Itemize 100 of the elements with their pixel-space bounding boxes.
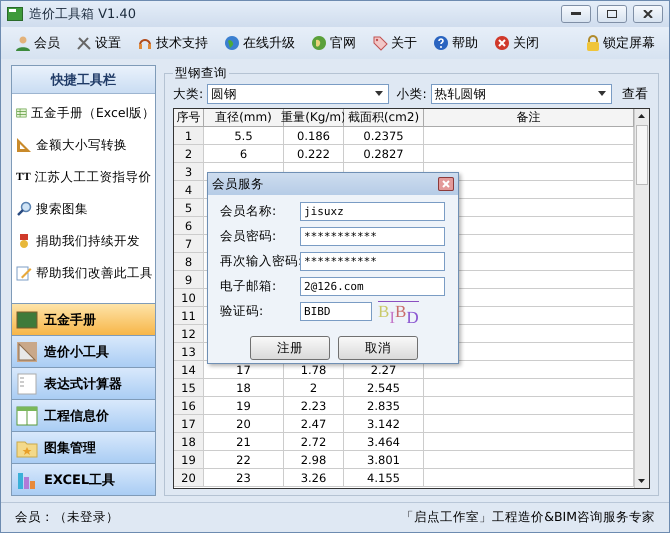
dialog-button[interactable]: 注册 <box>250 336 330 360</box>
lock-screen-button[interactable]: 锁定屏幕 <box>580 32 661 54</box>
ruler-triangle-icon <box>16 137 32 153</box>
person-icon <box>15 35 31 51</box>
scrollbar[interactable] <box>634 109 649 488</box>
table-cell: 2.98 <box>284 451 344 469</box>
dialog-title: 会员服务 <box>212 176 264 192</box>
close-icon <box>442 180 450 188</box>
column-header[interactable]: 截面积(cm2) <box>344 109 424 127</box>
app-icon <box>7 7 23 21</box>
column-header[interactable]: 序号 <box>174 109 204 127</box>
table-cell: 3.801 <box>344 451 424 469</box>
table-cell: 22 <box>204 451 284 469</box>
globe-icon <box>311 35 327 51</box>
nav-button[interactable]: 五金手册 <box>12 303 155 335</box>
status-text: 会员：（未登录） <box>15 509 119 526</box>
table-cell: 19 <box>204 397 284 415</box>
row-number: 6 <box>174 217 204 235</box>
row-number: 14 <box>174 361 204 379</box>
field-label: 小类: <box>396 86 427 102</box>
window-title: 造价工具箱 V1.40 <box>29 6 137 23</box>
row-number: 9 <box>174 271 204 289</box>
row-number: 4 <box>174 181 204 199</box>
lock-icon <box>586 35 600 51</box>
row-number: 10 <box>174 289 204 307</box>
view-button[interactable]: 查看 <box>616 85 650 103</box>
help-icon <box>433 35 449 51</box>
table-cell: 23 <box>204 469 284 487</box>
quick-tool-item[interactable]: 帮助我们改善此工具 <box>12 257 155 289</box>
panel-title: 快捷工具栏 <box>12 66 155 94</box>
table-cell: 0.2827 <box>344 145 424 163</box>
table-cell: 2.47 <box>284 415 344 433</box>
column-header[interactable]: 备注 <box>424 109 634 127</box>
table-cell: 4.155 <box>344 469 424 487</box>
quick-tool-item[interactable]: 五金手册（Excel版） <box>12 97 155 129</box>
table-cell: 2.23 <box>284 397 344 415</box>
table-cell: 20 <box>204 415 284 433</box>
table-cell: 3.142 <box>344 415 424 433</box>
row-number: 16 <box>174 397 204 415</box>
category-dropdown[interactable]: 圆钢 <box>207 84 388 104</box>
toolbar-button[interactable]: 技术支持 <box>131 32 214 54</box>
nav-button[interactable]: 工程信息价 <box>12 399 155 431</box>
quick-tool-item[interactable]: 金额大小写转换 <box>12 129 155 161</box>
row-number: 17 <box>174 415 204 433</box>
toolbar-button[interactable]: 关于 <box>366 32 423 54</box>
globe-icon <box>224 35 240 51</box>
table-cell: 6 <box>204 145 284 163</box>
toolbar-button[interactable]: 关闭 <box>488 32 545 54</box>
close-button[interactable] <box>438 177 454 191</box>
field-label: 验证码: <box>220 302 264 320</box>
row-number: 5 <box>174 199 204 217</box>
input-field[interactable]: *********** <box>300 252 445 270</box>
document-icon <box>16 372 38 394</box>
row-number: 20 <box>174 469 204 487</box>
book-icon <box>16 404 38 426</box>
maximize-button[interactable] <box>597 5 627 23</box>
toolbar-button[interactable]: 会员 <box>9 32 66 54</box>
captcha-image: BIBD <box>378 300 419 322</box>
input-field[interactable]: BIBD <box>300 302 372 320</box>
chalkboard-icon <box>16 308 38 330</box>
row-number: 2 <box>174 145 204 163</box>
quick-tool-item[interactable]: 搜索图集 <box>12 193 155 225</box>
search-icon <box>16 201 32 217</box>
nav-button[interactable]: 表达式计算器 <box>12 367 155 399</box>
toolbar-button[interactable]: 在线升级 <box>218 32 301 54</box>
status-text: 「启点工作室」工程造价&BIM咨询服务专家 <box>401 509 655 526</box>
table-cell: 21 <box>204 433 284 451</box>
row-number: 15 <box>174 379 204 397</box>
nav-button[interactable]: EXCEL工具 <box>12 463 155 495</box>
table-cell: 0.2375 <box>344 127 424 145</box>
nav-button[interactable]: 造价小工具 <box>12 335 155 367</box>
font-icon: TT <box>16 171 31 183</box>
dropdown-arrow-icon <box>598 91 606 97</box>
table-cell: 3.464 <box>344 433 424 451</box>
quick-tool-item[interactable]: TT 江苏人工工资指导价 <box>12 161 155 193</box>
row-number: 11 <box>174 307 204 325</box>
dialog-button[interactable]: 取消 <box>338 336 418 360</box>
table-cell: 0.222 <box>284 145 344 163</box>
close-button[interactable] <box>633 5 663 23</box>
scroll-thumb[interactable] <box>636 125 648 185</box>
input-field[interactable]: jisuxz <box>300 202 445 220</box>
edit-icon <box>16 265 32 281</box>
nav-button[interactable]: 图集管理 <box>12 431 155 463</box>
maximize-icon <box>607 10 617 18</box>
quick-tool-item[interactable]: 捐助我们持续开发 <box>12 225 155 257</box>
table-cell: 2 <box>284 379 344 397</box>
subcategory-dropdown[interactable]: 热轧圆钢 <box>430 84 612 104</box>
input-field[interactable]: *********** <box>300 226 445 246</box>
table-cell: 2.545 <box>344 379 424 397</box>
toolbar-button[interactable]: 帮助 <box>427 32 484 54</box>
input-field[interactable]: 2@126.com <box>300 276 445 296</box>
toolbar-button[interactable]: 官网 <box>305 32 362 54</box>
close-icon <box>643 10 653 18</box>
minimize-button[interactable] <box>561 5 591 23</box>
close-icon <box>494 35 510 51</box>
field-label: 会员密码: <box>220 228 278 244</box>
table-cell: 2.72 <box>284 433 344 451</box>
toolbar-button[interactable]: 设置 <box>70 32 127 54</box>
table-cell: 5.5 <box>204 127 284 145</box>
minimize-icon <box>571 12 581 16</box>
